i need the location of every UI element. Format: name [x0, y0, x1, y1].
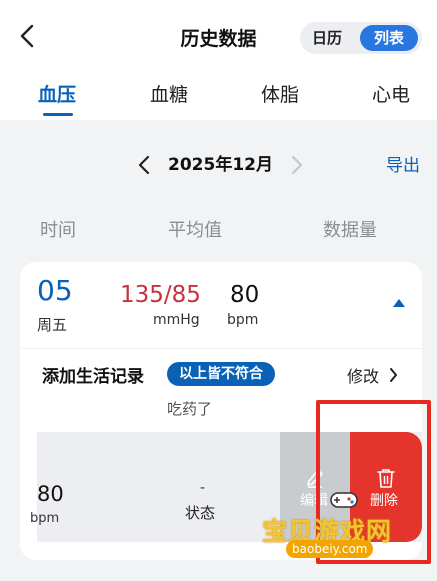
heart-rate-value: 80 [230, 282, 260, 308]
lifestyle-note: 吃药了 [167, 400, 213, 418]
view-toggle: 日历 列表 [300, 22, 422, 54]
divider [20, 348, 422, 349]
heart-rate-unit: bpm [227, 312, 259, 328]
tab-blood-pressure[interactable]: 血压 [38, 80, 76, 107]
chevron-right-icon[interactable] [389, 368, 398, 382]
tab-ecg[interactable]: 心电 [372, 80, 410, 107]
row-status-label: 状态 [185, 504, 216, 522]
blood-pressure-unit: mmHg [153, 312, 200, 328]
gamepad-icon [330, 492, 358, 508]
next-month-icon[interactable] [290, 154, 304, 176]
row-status-value: - [200, 480, 206, 496]
row-heart-rate-unit: bpm [30, 511, 60, 526]
watermark: 宝贝游戏网 baobeiy.com [250, 490, 410, 570]
export-button[interactable]: 导出 [386, 151, 420, 176]
header: 历史数据 日历 列表 血压 血糖 体脂 心电 [0, 0, 437, 120]
list-view-button[interactable]: 列表 [360, 25, 418, 51]
tab-body-fat[interactable]: 体脂 [261, 80, 299, 107]
record-weekday: 周五 [37, 316, 68, 334]
watermark-url: baobeiy.com [286, 540, 374, 558]
previous-month-icon[interactable] [137, 154, 151, 176]
collapse-arrow-icon[interactable] [393, 299, 405, 307]
current-month: 2025年12月 [168, 155, 273, 175]
month-navigation: 2025年12月 导出 [0, 148, 437, 180]
active-tab-indicator [43, 113, 73, 116]
modify-button[interactable]: 修改 [347, 363, 379, 387]
column-header-average: 平均值 [168, 220, 222, 241]
row-heart-rate-value: 80 [37, 482, 64, 506]
column-header-time: 时间 [40, 220, 76, 241]
column-header-count: 数据量 [323, 220, 377, 241]
record-day: 05 [37, 274, 73, 307]
blood-pressure-value: 135/85 [120, 282, 201, 308]
lifestyle-badge: 以上皆不符合 [167, 362, 275, 386]
calendar-view-button[interactable]: 日历 [312, 22, 342, 54]
tab-blood-sugar[interactable]: 血糖 [150, 80, 188, 107]
lifestyle-record-label: 添加生活记录 [42, 367, 144, 387]
